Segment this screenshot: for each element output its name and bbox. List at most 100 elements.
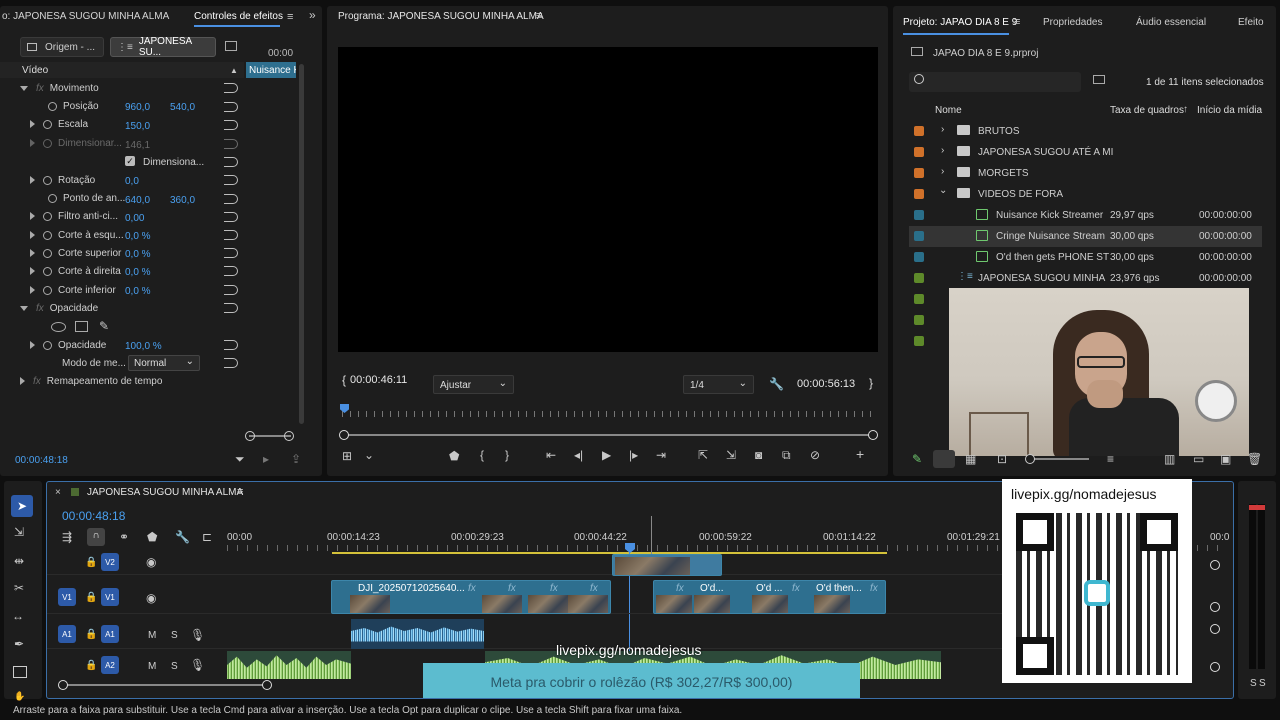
slip-icon[interactable]: ↔: [12, 610, 24, 622]
expand-icon[interactable]: [30, 286, 35, 294]
new-item-icon[interactable]: ▣: [1220, 453, 1231, 465]
origin-button[interactable]: Origem - ...: [20, 37, 104, 57]
microphone-icon[interactable]: 🎙: [190, 659, 205, 671]
solo-button[interactable]: S: [171, 630, 178, 641]
crop-top-value[interactable]: 0,0 %: [125, 249, 151, 260]
stopwatch-icon[interactable]: [43, 266, 52, 276]
proxy-icon[interactable]: ⊘: [810, 449, 820, 461]
position-x-value[interactable]: 960,0: [125, 102, 150, 113]
list-item[interactable]: Nuisance Kick Streamer 29,97 qps 00:00:0…: [909, 205, 1259, 226]
lock-icon[interactable]: 🔒: [85, 629, 97, 641]
reset-crop-right-icon[interactable]: [224, 266, 238, 276]
vertical-scrollbar[interactable]: [299, 64, 304, 424]
crop-bottom-value[interactable]: 0,0 %: [125, 286, 151, 297]
tab-properties[interactable]: Propriedades: [1043, 17, 1102, 28]
ripple-edit-icon[interactable]: ⇹: [14, 555, 24, 567]
add-button-icon[interactable]: +: [856, 447, 864, 461]
panel-menu-icon[interactable]: ≡: [1014, 16, 1020, 28]
pencil-icon[interactable]: ✎: [912, 453, 922, 465]
label-color-swatch[interactable]: [914, 231, 924, 241]
list-view-button[interactable]: [933, 450, 955, 468]
source-patch-v1[interactable]: V1: [58, 588, 76, 606]
razor-icon[interactable]: ✂: [14, 582, 24, 594]
zoom-handle-right[interactable]: [262, 680, 272, 690]
anchor-x-value[interactable]: 640,0: [125, 195, 150, 206]
stopwatch-icon[interactable]: [43, 248, 52, 258]
new-bin-icon[interactable]: [1093, 75, 1105, 84]
vertical-zoom-handle[interactable]: [1210, 560, 1220, 570]
rectangle-tool-icon[interactable]: [13, 666, 27, 678]
opacity-value[interactable]: 100,0 %: [125, 341, 162, 352]
panel-menu-icon[interactable]: ≡: [536, 10, 542, 22]
blend-mode-select[interactable]: Normal ⌄: [128, 355, 200, 371]
chevron-down-icon[interactable]: ⌄: [364, 449, 374, 461]
close-icon[interactable]: ×: [55, 487, 61, 499]
expand-icon[interactable]: [30, 341, 35, 349]
list-item[interactable]: ⌄ VIDEOS DE FORA: [909, 184, 1259, 205]
filter-icon[interactable]: ⏷: [235, 453, 245, 465]
expand-icon[interactable]: [30, 139, 35, 147]
snap-toggle-button[interactable]: ∩: [87, 528, 105, 546]
sequence-button[interactable]: ⋮≡ JAPONESA SU...: [110, 36, 216, 58]
add-marker-icon[interactable]: ⬟: [147, 531, 157, 543]
nest-toggle-icon[interactable]: ⇶: [62, 531, 72, 543]
label-color-swatch[interactable]: [914, 273, 924, 283]
fx-badge[interactable]: fx: [468, 583, 476, 594]
audio-clip-a2[interactable]: [227, 651, 351, 679]
stopwatch-icon[interactable]: [43, 340, 52, 350]
sort-icon[interactable]: ≡: [1107, 453, 1114, 465]
ellipse-mask-icon[interactable]: [51, 322, 66, 332]
overflow-chevron-icon[interactable]: »: [309, 9, 316, 21]
list-item[interactable]: › JAPONESA SUGOU ATÉ A MI: [909, 142, 1259, 163]
fx-badge[interactable]: fx: [676, 583, 684, 594]
track-select-icon[interactable]: ⇲: [14, 526, 24, 538]
stopwatch-icon[interactable]: [43, 230, 52, 240]
chevron-down-icon[interactable]: ⌄: [939, 185, 947, 196]
fx-icon[interactable]: fx: [36, 303, 44, 314]
tab-effects[interactable]: Efeito: [1238, 17, 1264, 28]
fx-icon[interactable]: fx: [36, 83, 44, 94]
microphone-icon[interactable]: 🎙: [190, 629, 205, 641]
safe-margins-icon[interactable]: ⊞: [342, 450, 352, 462]
reset-crop-bottom-icon[interactable]: [224, 285, 238, 295]
track-target-a2[interactable]: A2: [101, 656, 119, 674]
chevron-right-icon[interactable]: ›: [941, 124, 944, 135]
expand-icon[interactable]: [20, 85, 28, 91]
reset-blend-icon[interactable]: [224, 358, 238, 368]
time-remap-row[interactable]: fx Remapeamento de tempo: [20, 372, 162, 390]
project-search-input[interactable]: [909, 72, 1081, 92]
label-color-swatch[interactable]: [914, 210, 924, 220]
solo-right-label[interactable]: S: [1259, 678, 1266, 689]
mute-button[interactable]: M: [148, 661, 156, 672]
antiflicker-value[interactable]: 0,00: [125, 213, 144, 224]
rectangle-mask-icon[interactable]: [75, 321, 88, 332]
expand-icon[interactable]: [30, 249, 35, 257]
mini-timeline-clip[interactable]: Nuisance K: [246, 62, 296, 78]
label-color-swatch[interactable]: [914, 147, 924, 157]
tab-essential-audio[interactable]: Áudio essencial: [1136, 17, 1206, 28]
zoom-handle-right[interactable]: [868, 430, 878, 440]
stopwatch-icon[interactable]: [48, 101, 57, 111]
reset-anchor-icon[interactable]: [224, 194, 238, 204]
fx-badge[interactable]: fx: [870, 583, 878, 594]
tab-project[interactable]: Projeto: JAPAO DIA 8 E 9: [903, 17, 1017, 28]
find-icon[interactable]: ▭: [1193, 453, 1204, 465]
mute-button[interactable]: M: [148, 630, 156, 641]
column-frame-rate[interactable]: Taxa de quadros: [1110, 105, 1184, 116]
position-y-value[interactable]: 540,0: [170, 102, 195, 113]
reset-uniform-icon[interactable]: [224, 157, 238, 167]
reset-rotation-icon[interactable]: [224, 175, 238, 185]
stopwatch-icon[interactable]: [43, 119, 52, 129]
wrench-icon[interactable]: 🔧: [175, 531, 190, 543]
chevron-right-icon[interactable]: ›: [941, 166, 944, 177]
fx-badge[interactable]: fx: [792, 583, 800, 594]
extract-icon[interactable]: ⇲: [726, 449, 736, 461]
lock-icon[interactable]: 🔒: [85, 592, 97, 604]
fit-select[interactable]: Ajustar ⌄: [433, 375, 514, 394]
expand-icon[interactable]: [30, 176, 35, 184]
label-color-swatch[interactable]: [914, 168, 924, 178]
tab-source[interactable]: o: JAPONESA SUGOU MINHA ALMA: [2, 11, 169, 22]
vertical-zoom-handle[interactable]: [1210, 602, 1220, 612]
fx-badge[interactable]: fx: [508, 583, 516, 594]
thumbnail-size-slider[interactable]: [1029, 458, 1089, 460]
